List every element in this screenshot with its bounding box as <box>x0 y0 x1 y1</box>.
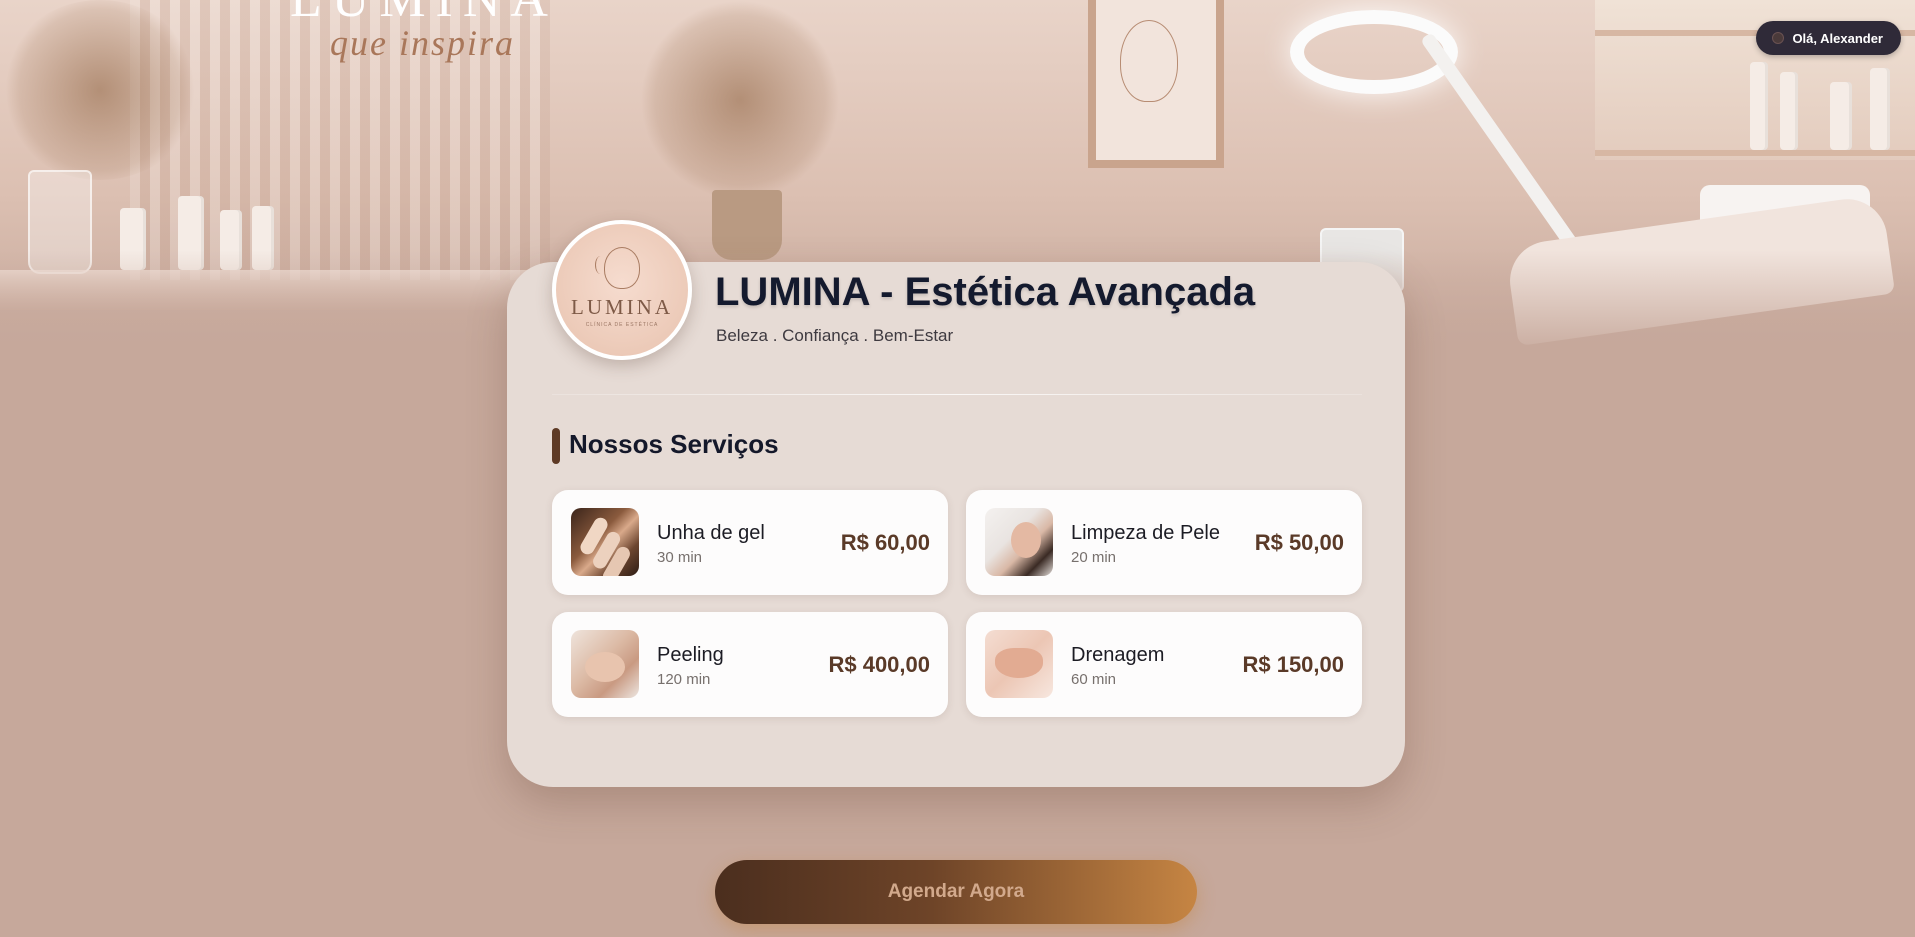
plant-left <box>0 0 200 180</box>
shelf-board <box>1595 150 1915 156</box>
clinic-title: LUMINA - Estética Avançada <box>715 270 1256 314</box>
clinic-logo: LUMINA CLÍNICA DE ESTÉTICA <box>552 220 692 360</box>
frame-line-art <box>1120 20 1178 102</box>
logo-face-icon <box>595 246 640 289</box>
service-card-peeling[interactable]: Peeling 120 min R$ 400,00 <box>552 612 948 717</box>
service-card-unha-de-gel[interactable]: Unha de gel 30 min R$ 60,00 <box>552 490 948 595</box>
service-duration: 60 min <box>1071 671 1117 688</box>
lamp-arm <box>1420 31 1593 270</box>
service-price: R$ 150,00 <box>1242 652 1344 677</box>
nails-photo-icon <box>571 508 639 576</box>
service-name: Drenagem <box>1071 644 1165 666</box>
services-heading: Nossos Serviços <box>569 429 779 459</box>
service-price: R$ 60,00 <box>840 530 930 555</box>
clinic-tagline: Beleza . Confiança . Bem-Estar <box>716 326 954 345</box>
user-menu-button[interactable]: Olá, Alexander <box>1756 21 1901 55</box>
plant-center <box>640 0 840 200</box>
drainage-photo-icon <box>985 630 1053 698</box>
service-duration: 30 min <box>657 549 703 566</box>
service-name: Unha de gel <box>657 522 765 544</box>
divider <box>552 394 1362 395</box>
user-icon <box>1772 32 1785 44</box>
service-name: Limpeza de Pele <box>1071 522 1220 544</box>
service-duration: 120 min <box>657 671 711 688</box>
user-greeting: Olá, Alexander <box>1792 30 1883 46</box>
product-bottle <box>1870 68 1890 150</box>
service-card-drenagem[interactable]: Drenagem 60 min R$ 150,00 <box>966 612 1362 717</box>
service-duration: 20 min <box>1071 549 1117 566</box>
service-price: R$ 50,00 <box>1254 530 1344 555</box>
schedule-now-button[interactable]: Agendar Agora <box>715 860 1197 924</box>
service-name: Peeling <box>657 644 724 666</box>
service-price: R$ 400,00 <box>828 652 930 677</box>
wall-sign-script: que inspira <box>330 23 516 63</box>
service-card-limpeza-de-pele[interactable]: Limpeza de Pele 20 min R$ 50,00 <box>966 490 1362 595</box>
facial-cleansing-photo-icon <box>985 508 1053 576</box>
product-bottle <box>1750 62 1768 150</box>
logo-subtitle: CLÍNICA DE ESTÉTICA <box>585 321 659 328</box>
peeling-photo-icon <box>571 630 639 698</box>
product-bottle <box>1830 82 1852 150</box>
section-accent-bar <box>552 428 560 464</box>
logo-wordmark: LUMINA <box>571 294 673 319</box>
product-bottle <box>1780 72 1798 150</box>
